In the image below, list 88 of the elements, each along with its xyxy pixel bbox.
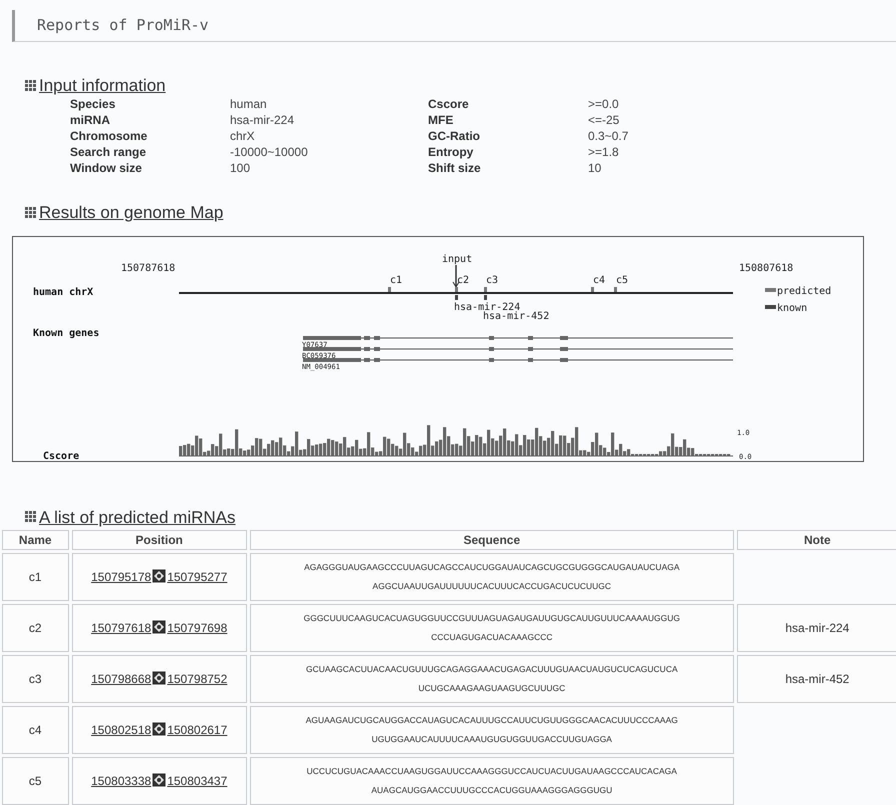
known-label: hsa-mir-224 (454, 302, 520, 312)
legend-label: predicted (777, 286, 832, 296)
sequence-line: GCUAAGCACUUACAACUGUUUGCAGAGGAAACUGAGACUUUGUAACUAUGUCUCAGUCUCA (304, 662, 679, 676)
info-value: >=1.8 (588, 144, 620, 160)
view-icon[interactable] (152, 568, 166, 583)
predicted-label: c3 (486, 274, 498, 286)
input-label: input (442, 254, 472, 264)
cscore-label: Cscore (43, 450, 80, 460)
info-value: human (230, 96, 268, 112)
info-value: chrX (230, 128, 256, 144)
predicted-mark (591, 286, 594, 292)
page-title: Reports of ProMiR-v (37, 15, 209, 36)
info-value: hsa-mir-224 (230, 112, 296, 128)
table-cell: c5 (2, 756, 69, 805)
position-link[interactable]: 150798668 (91, 672, 152, 686)
info-value: 0.3~0.7 (588, 128, 630, 144)
sequence-line: AUAGCAUGGAACCUUUGCCCACUGGUAAAGGGAGGGUGU (370, 784, 614, 797)
sequence-line: AGUAAGAUCUGCAUGGACCAUAGUCACAUUUGCCAUUCUGUUGGGCAACACUUUCCCAAAG (304, 714, 679, 727)
info-label: Window size (70, 160, 143, 176)
info-label: miRNA (70, 112, 112, 128)
table-cell: c4 (2, 706, 69, 754)
sequence-line: AGAGGGUAUGAAGCCCUUAGUCAGCCAUCUGGAUAUCAGCUGCGUGGGCAUGAUAUCUAGA (303, 560, 681, 574)
map-end: 150807618 (739, 262, 794, 274)
legend-label: known (777, 302, 808, 314)
genes-label: Known genes (33, 328, 100, 338)
position-link[interactable]: 150795178 (91, 570, 152, 584)
predicted-mark (455, 286, 458, 292)
info-value: 10 (588, 160, 602, 176)
sequence-line: UGUGGAAUCAUUUUCAAAUGUGUGGUUGACCUUGUAGGA (370, 732, 613, 746)
info-label: Chromosome (70, 128, 148, 144)
position-link[interactable]: 150798752 (167, 672, 228, 686)
section-heading: A list of predicted miRNAs (39, 506, 236, 528)
info-value: -10000~10000 (230, 144, 309, 160)
sequence-line: AGGCUAAUUGAUUUUUUCACUUUCACCUGACUCUCUUGC (372, 580, 612, 593)
predicted-label: c1 (390, 274, 402, 286)
predicted-mark (388, 286, 391, 292)
predicted-label: c5 (616, 274, 628, 286)
legend-swatch (765, 304, 776, 308)
info-label: Cscore (428, 96, 470, 112)
predicted-label: c2 (457, 274, 470, 286)
info-label: MFE (428, 112, 454, 128)
position-link[interactable]: 150797698 (167, 620, 228, 635)
predicted-mark (484, 286, 487, 292)
info-value: 100 (230, 160, 252, 176)
column-header: Name (2, 530, 69, 550)
position-link[interactable]: 150802617 (167, 722, 228, 737)
predicted-label: c4 (593, 274, 606, 286)
position-link[interactable]: 150803338 (91, 774, 152, 788)
position-link[interactable]: 150803437 (167, 774, 228, 788)
sequence-line: CCCUAGUGACUACAAAGCCC (430, 630, 554, 644)
info-label: Entropy (428, 144, 474, 160)
legend-swatch (765, 288, 776, 292)
input-arrow (452, 264, 460, 288)
position-link[interactable]: 150797618 (91, 620, 152, 635)
table-cell: c1 (2, 552, 69, 601)
grid-icon (25, 511, 37, 524)
info-label: Species (70, 96, 116, 112)
position-link[interactable]: 150795277 (167, 570, 228, 584)
table-cell: hsa-mir-452 (736, 654, 896, 703)
grid-icon (25, 80, 37, 92)
track-label: human chrX (33, 286, 94, 298)
map-start: 150787618 (121, 262, 176, 274)
info-value: <=-25 (588, 112, 620, 128)
view-icon[interactable] (152, 722, 166, 736)
sequence-line: UCUGCAAAGAAGUAAGUGCUUUGC (417, 682, 566, 695)
column-header: Sequence (250, 530, 734, 550)
section-heading: Input information (39, 75, 166, 96)
view-icon[interactable] (152, 670, 166, 685)
info-label: Search range (70, 144, 148, 160)
known-mark (484, 294, 487, 300)
known-label: hsa-mir-452 (483, 310, 550, 322)
position-link[interactable]: 150802518 (91, 722, 152, 737)
sequence-line: UCCUCUGUACAAACCUAAGUGGAUUCCAAAGGGUCCAUCUACUUGAUAAGCCCAUCACAGA (306, 764, 678, 778)
view-icon[interactable] (152, 772, 166, 787)
column-header: Position (72, 530, 247, 550)
info-label: GC-Ratio (428, 128, 481, 144)
sequence-line: GGGCUUUCAAGUCACUAGUGGUUCCGUUUAGUAGAUGAUUGUGCAUUGUUUCAAAAUGGUG (302, 612, 681, 625)
view-icon[interactable] (152, 620, 166, 634)
known-mark (455, 294, 458, 300)
table-cell: c2 (2, 604, 69, 652)
grid-icon (25, 206, 37, 219)
info-label: Shift size (428, 160, 482, 176)
column-header: Note (736, 530, 896, 550)
table-cell: c3 (2, 654, 69, 703)
predicted-mark (614, 286, 617, 292)
section-heading: Results on genome Map (39, 202, 224, 224)
info-value: >=0.0 (588, 96, 620, 112)
table-cell: hsa-mir-224 (736, 604, 896, 652)
